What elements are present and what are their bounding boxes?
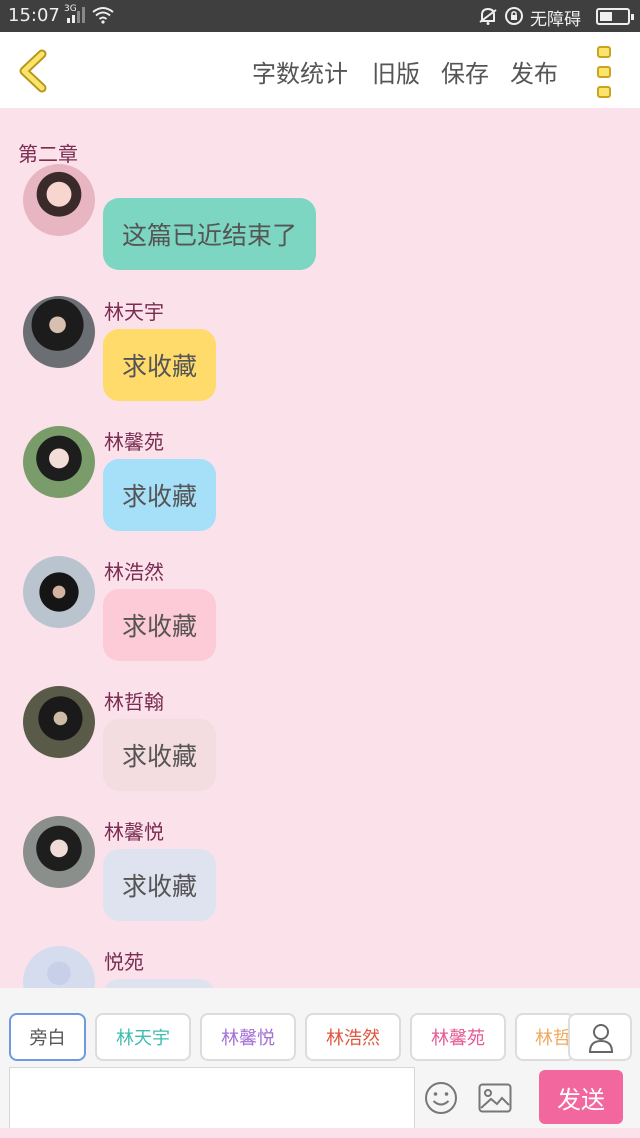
speaker-name: 林馨悦 [104, 820, 164, 844]
message-input[interactable] [9, 1067, 415, 1129]
old-version-button[interactable]: 旧版 [372, 54, 420, 89]
avatar[interactable] [23, 164, 95, 236]
avatar[interactable] [23, 426, 95, 498]
rotation-lock-icon [505, 7, 523, 25]
chapter-title: 第二章 [18, 142, 78, 166]
more-menu-icon[interactable] [592, 46, 618, 98]
mute-bell-icon [479, 7, 497, 25]
message-bubble[interactable]: 求收藏 [103, 459, 217, 531]
character-chip[interactable]: 林馨苑 [410, 1013, 506, 1061]
avatar[interactable] [23, 556, 95, 628]
character-chip[interactable]: 林浩然 [305, 1013, 401, 1061]
character-chip[interactable]: 林哲 [515, 1013, 575, 1061]
character-chip[interactable]: 林天宇 [95, 1013, 191, 1061]
character-chip-narration[interactable]: 旁白 [9, 1013, 86, 1061]
save-button[interactable]: 保存 [441, 54, 489, 89]
avatar[interactable] [23, 816, 95, 888]
bottom-strip [0, 1128, 640, 1138]
publish-button[interactable]: 发布 [510, 54, 558, 89]
speaker-name: 林哲翰 [104, 690, 164, 714]
composer-panel: 旁白 林天宇 林馨悦 林浩然 林馨苑 林哲 发送 [0, 988, 640, 1138]
send-button[interactable]: 发送 [539, 1070, 623, 1124]
top-bar: 字数统计 旧版 保存 发布 [0, 32, 640, 108]
message-bubble[interactable]: 求收藏 [103, 849, 217, 921]
character-chip[interactable]: 林馨悦 [200, 1013, 296, 1061]
add-character-button[interactable] [568, 1013, 632, 1061]
image-icon[interactable] [478, 1083, 512, 1113]
status-time: 15:07 [8, 5, 60, 26]
speaker-name: 林天宇 [104, 300, 164, 324]
word-count-button[interactable]: 字数统计 [252, 54, 348, 89]
message-bubble[interactable]: 这篇已近结束了 [103, 198, 317, 270]
message-bubble[interactable]: 求收藏 [103, 719, 217, 791]
signal-icon [67, 7, 85, 23]
emoji-icon[interactable] [424, 1081, 458, 1115]
battery-icon [596, 8, 634, 25]
avatar[interactable] [23, 686, 95, 758]
speaker-name: 悦苑 [104, 950, 144, 974]
message-bubble[interactable]: 求收藏 [103, 329, 217, 401]
status-bar: 15:07 3G 无障碍 [0, 0, 640, 32]
message-bubble[interactable]: 求收藏 [103, 589, 217, 661]
avatar[interactable] [23, 296, 95, 368]
speaker-name: 林馨苑 [104, 430, 164, 454]
accessibility-label: 无障碍 [530, 10, 581, 30]
speaker-name: 林浩然 [104, 560, 164, 584]
wifi-icon [92, 7, 114, 24]
back-arrow-icon[interactable] [14, 48, 54, 94]
user-icon [588, 1024, 614, 1053]
